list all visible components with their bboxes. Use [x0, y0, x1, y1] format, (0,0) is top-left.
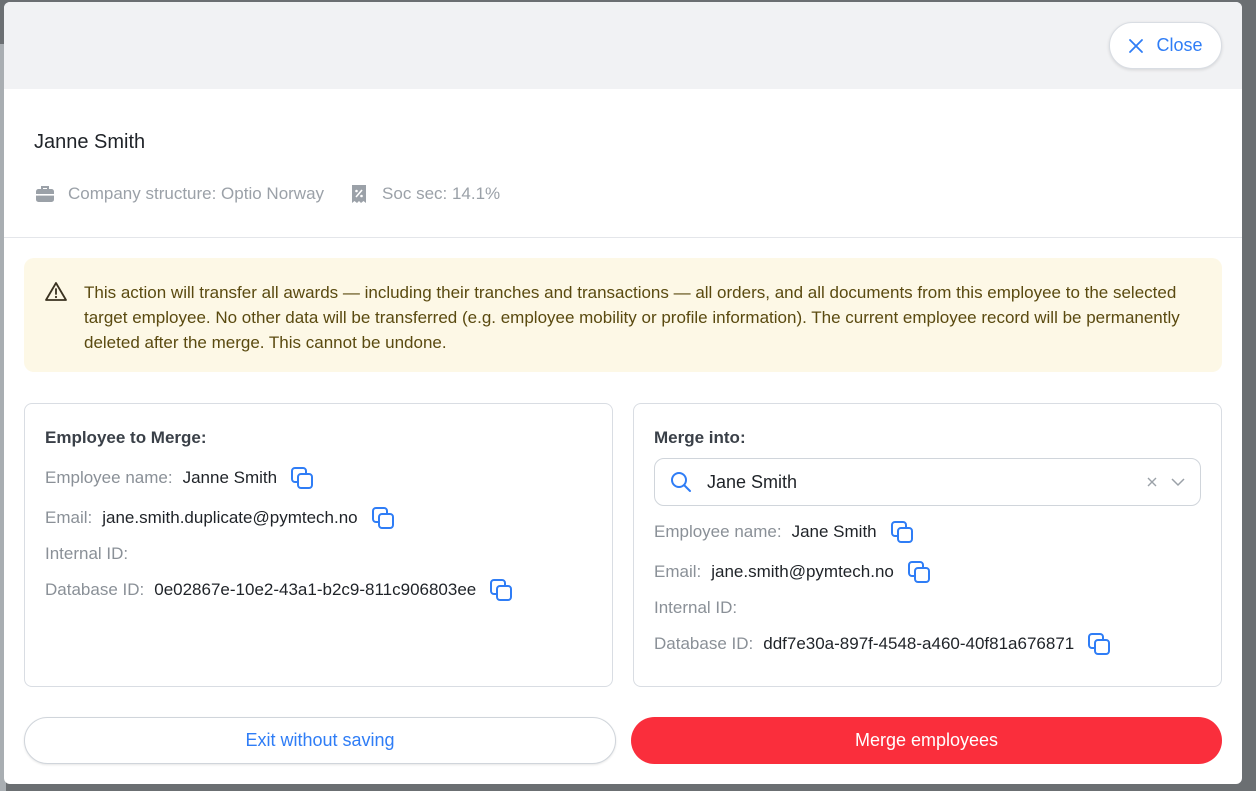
- target-employee-panel: Merge into: Jane Smith Employee name: Ja…: [633, 403, 1222, 687]
- merge-employees-button[interactable]: Merge employees: [631, 717, 1222, 764]
- field-label: Email:: [654, 562, 702, 581]
- modal-header: Close: [4, 2, 1242, 89]
- field-label: Employee name:: [654, 522, 782, 541]
- target-database-id-row: Database ID: ddf7e30a-897f-4548-a460-40f…: [654, 624, 1201, 664]
- target-employee-select[interactable]: Jane Smith: [654, 458, 1201, 506]
- source-database-id-value: 0e02867e-10e2-43a1-b2c9-811c906803ee: [154, 580, 477, 599]
- target-database-id-value: ddf7e30a-897f-4548-a460-40f81a676871: [763, 634, 1075, 653]
- employee-meta: Company structure: Optio Norway Soc sec:…: [34, 183, 1242, 205]
- target-email-row: Email: jane.smith@pymtech.no: [654, 552, 1201, 592]
- employee-summary: Janne Smith Company structure: Optio Nor…: [4, 89, 1242, 238]
- warning-text: This action will transfer all awards — i…: [84, 283, 1180, 352]
- close-icon: [1128, 38, 1144, 54]
- copy-icon[interactable]: [1086, 631, 1112, 657]
- briefcase-icon: [34, 183, 56, 205]
- source-email-row: Email: jane.smith.duplicate@pymtech.no: [45, 498, 592, 538]
- copy-icon[interactable]: [488, 577, 514, 603]
- field-label: Internal ID:: [45, 544, 129, 563]
- source-internal-id-row: Internal ID:: [45, 538, 592, 570]
- copy-icon[interactable]: [370, 505, 396, 531]
- target-name-row: Employee name: Jane Smith: [654, 512, 1201, 552]
- copy-icon[interactable]: [289, 465, 315, 491]
- employee-name-heading: Janne Smith: [34, 131, 146, 153]
- receipt-percent-icon: [348, 183, 370, 205]
- source-name-row: Employee name: Janne Smith: [45, 458, 592, 498]
- source-employee-panel: Employee to Merge: Employee name: Janne …: [24, 403, 613, 687]
- field-label: Employee name:: [45, 468, 173, 487]
- source-database-id-row: Database ID: 0e02867e-10e2-43a1-b2c9-811…: [45, 570, 592, 610]
- close-label: Close: [1156, 35, 1203, 55]
- copy-icon[interactable]: [889, 519, 915, 545]
- merge-employee-modal: Close Janne Smith Company structure: Opt…: [4, 2, 1242, 784]
- company-structure: Company structure: Optio Norway: [34, 183, 324, 205]
- company-structure-text: Company structure: Optio Norway: [68, 184, 325, 203]
- soc-sec-text: Soc sec: 14.1%: [382, 184, 501, 203]
- source-name-value: Janne Smith: [182, 468, 278, 487]
- field-label: Email:: [45, 508, 93, 527]
- target-panel-title: Merge into:: [654, 428, 746, 447]
- merge-warning: This action will transfer all awards — i…: [24, 258, 1222, 372]
- soc-sec: Soc sec: 14.1%: [348, 183, 500, 205]
- target-name-value: Jane Smith: [791, 522, 877, 541]
- target-select-value: Jane Smith: [707, 471, 798, 492]
- field-label: Database ID:: [654, 634, 754, 653]
- field-label: Database ID:: [45, 580, 145, 599]
- target-email-value: jane.smith@pymtech.no: [711, 562, 894, 581]
- source-panel-title: Employee to Merge:: [45, 428, 207, 447]
- source-email-value: jane.smith.duplicate@pymtech.no: [102, 508, 358, 527]
- chevron-down-icon[interactable]: [1170, 474, 1186, 490]
- clear-icon[interactable]: [1146, 476, 1158, 488]
- search-icon: [669, 470, 693, 494]
- target-internal-id-row: Internal ID:: [654, 592, 1201, 624]
- field-label: Internal ID:: [654, 598, 738, 617]
- copy-icon[interactable]: [906, 559, 932, 585]
- warning-icon: [44, 280, 68, 304]
- exit-without-saving-button[interactable]: Exit without saving: [24, 717, 616, 764]
- close-button[interactable]: Close: [1109, 22, 1222, 69]
